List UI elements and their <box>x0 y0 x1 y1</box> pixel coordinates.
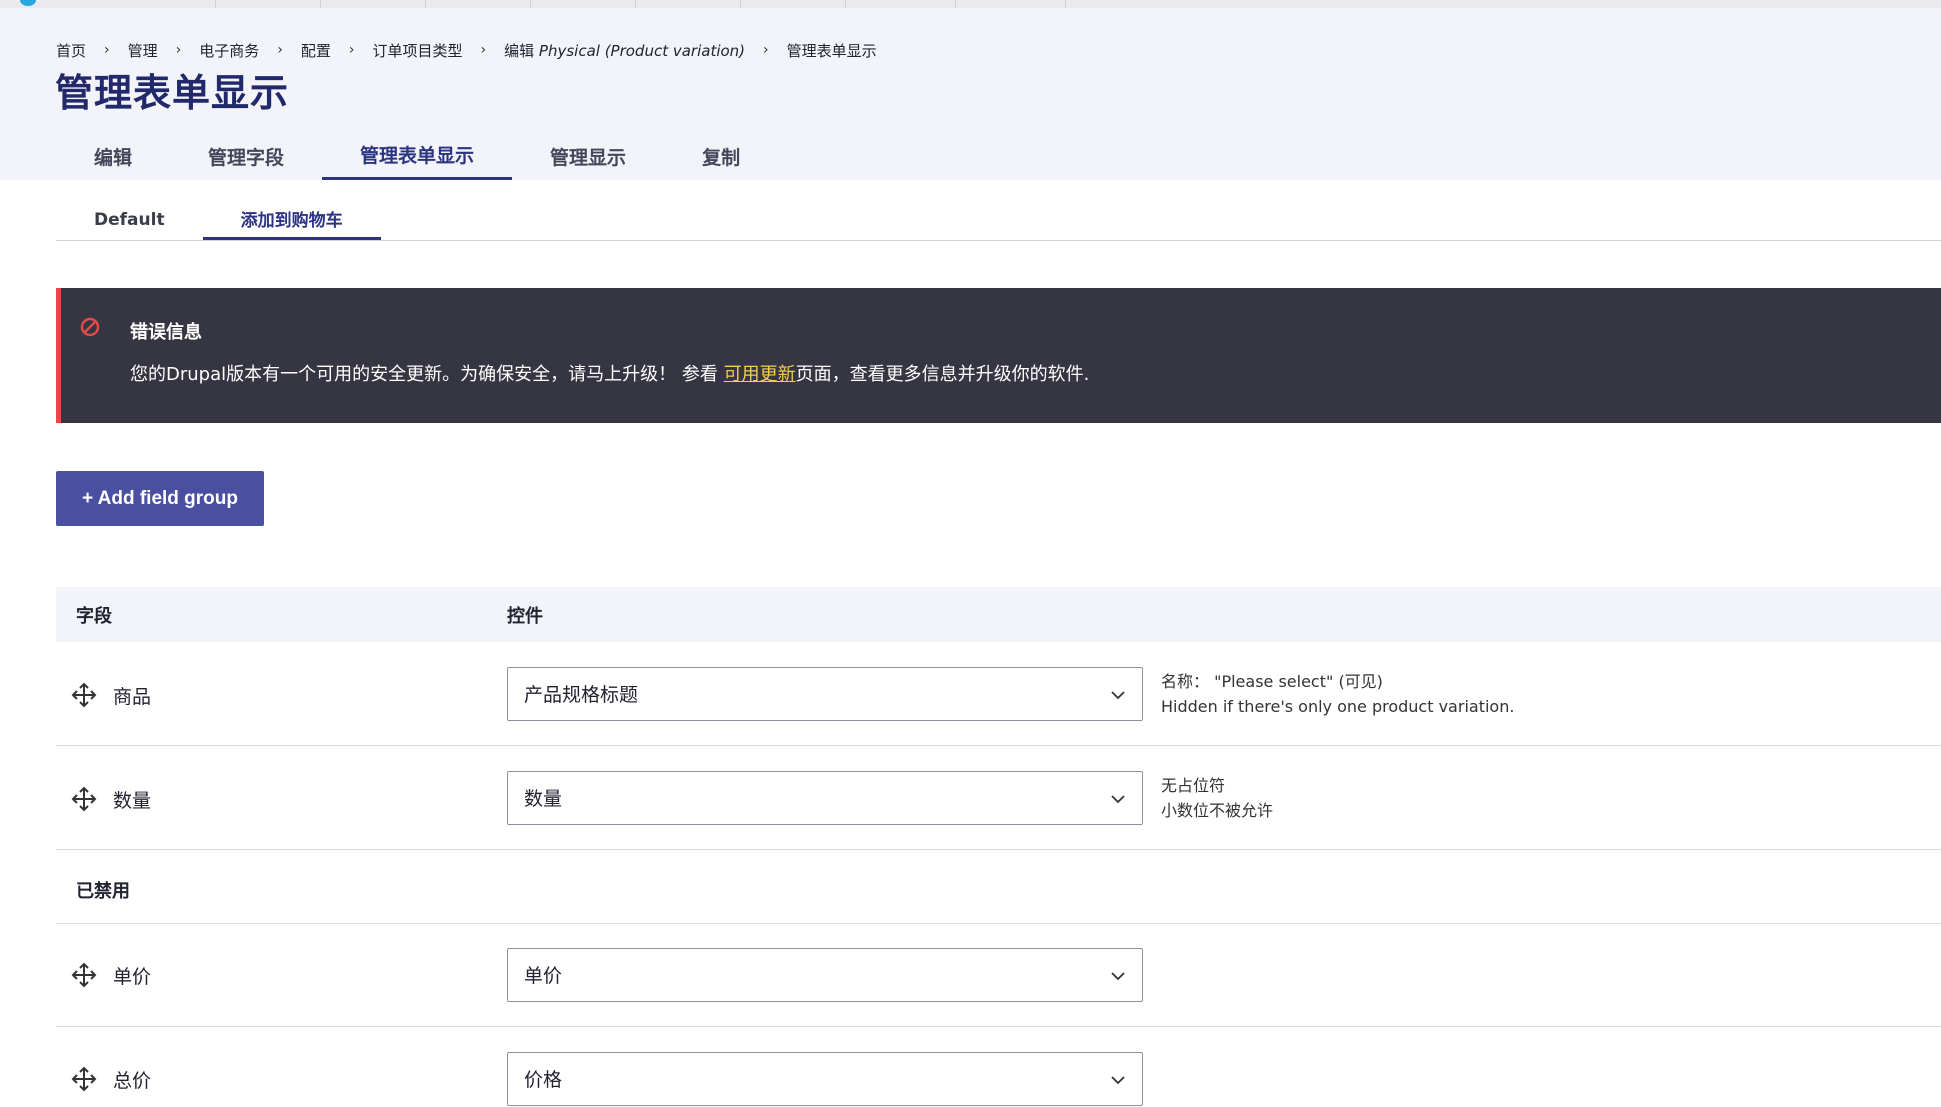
breadcrumb: 首页 › 管理 › 电子商务 › 配置 › 订单项目类型 › 编辑 Physic… <box>56 40 877 60</box>
tab-add-to-cart[interactable]: 添加到购物车 <box>202 199 381 240</box>
row-divider <box>56 1026 1941 1027</box>
error-title: 错误信息 <box>130 322 202 343</box>
drupal-logo-icon[interactable] <box>20 0 36 6</box>
drag-handle-icon[interactable] <box>71 1066 97 1092</box>
widget-select-value: 价格 <box>524 1069 563 1091</box>
page-title: 管理表单显示 <box>55 71 290 115</box>
tab-manage-fields[interactable]: 管理字段 <box>170 132 322 180</box>
add-field-group-button[interactable]: + Add field group <box>56 471 264 526</box>
breadcrumb-order-item-types[interactable]: 订单项目类型 <box>373 40 463 61</box>
widget-select-purchased-entity[interactable]: 产品规格标题 <box>507 667 1143 721</box>
chevron-right-icon: › <box>763 42 769 58</box>
breadcrumb-commerce[interactable]: 电子商务 <box>199 40 259 61</box>
error-text-before: 您的Drupal版本有一个可用的安全更新。为确保安全，请马上升级！ 参看 <box>130 364 724 385</box>
widget-select-unit-price[interactable]: 单价 <box>507 948 1143 1002</box>
breadcrumb-edit-physical[interactable]: 编辑 Physical (Product variation) <box>504 40 745 61</box>
table-header: 字段 控件 <box>56 587 1941 642</box>
toolbar-tab[interactable] <box>425 0 531 8</box>
region-title-disabled: 已禁用 <box>76 881 130 902</box>
tab-duplicate[interactable]: 复制 <box>664 132 778 180</box>
tab-default[interactable]: Default <box>56 199 203 240</box>
column-header-widget: 控件 <box>507 605 543 627</box>
field-label-total-price: 总价 <box>113 1070 152 1092</box>
chevron-right-icon: › <box>104 42 110 58</box>
primary-tabs: 编辑 管理字段 管理表单显示 管理显示 复制 <box>56 132 778 180</box>
widget-select-value: 产品规格标题 <box>524 684 639 706</box>
tab-manage-display[interactable]: 管理显示 <box>512 132 664 180</box>
widget-select-value: 单价 <box>524 965 563 987</box>
field-label-unit-price: 单价 <box>113 966 152 988</box>
chevron-right-icon: › <box>480 42 487 58</box>
widget-select-value: 数量 <box>524 788 563 810</box>
error-text: 您的Drupal版本有一个可用的安全更新。为确保安全，请马上升级！ 参看 可用更… <box>130 360 1089 386</box>
drag-handle-icon[interactable] <box>71 962 97 988</box>
toolbar-tab[interactable] <box>215 0 321 8</box>
row-divider <box>56 923 1941 924</box>
tabs-divider <box>56 240 1941 241</box>
tab-edit[interactable]: 编辑 <box>56 132 170 180</box>
row-divider <box>56 745 1941 746</box>
summary-line: 名称： "Please select" (可见) <box>1161 672 1383 691</box>
error-circle-icon <box>80 317 100 337</box>
summary-line: 小数位不被允许 <box>1161 801 1274 820</box>
error-text-after: 页面，查看更多信息并升级你的软件. <box>795 364 1090 385</box>
breadcrumb-admin[interactable]: 管理 <box>128 40 158 61</box>
field-label-purchased-entity: 商品 <box>113 686 152 708</box>
widget-summary: 无占位符 小数位不被允许 <box>1161 773 1273 823</box>
chevron-down-icon <box>1111 1076 1125 1085</box>
field-label-quantity: 数量 <box>113 790 152 812</box>
row-divider <box>56 849 1941 850</box>
drag-handle-icon[interactable] <box>71 682 97 708</box>
toolbar-tab[interactable] <box>530 0 636 8</box>
breadcrumb-home[interactable]: 首页 <box>56 40 86 61</box>
secondary-tabs: Default 添加到购物车 <box>56 199 381 240</box>
drag-handle-icon[interactable] <box>71 786 97 812</box>
tab-manage-form-display[interactable]: 管理表单显示 <box>322 132 513 180</box>
toolbar-tab[interactable] <box>845 0 956 8</box>
toolbar-tab[interactable] <box>635 0 741 8</box>
toolbar-tab[interactable] <box>320 0 426 8</box>
toolbar-tab[interactable] <box>740 0 846 8</box>
breadcrumb-current: 管理表单显示 <box>786 41 877 60</box>
summary-line: Hidden if there's only one product varia… <box>1161 697 1515 716</box>
summary-line: 无占位符 <box>1161 776 1226 795</box>
breadcrumb-edit-prefix: 编辑 <box>504 41 539 60</box>
widget-select-total-price[interactable]: 价格 <box>507 1052 1143 1106</box>
breadcrumb-config[interactable]: 配置 <box>301 40 331 61</box>
toolbar-tab[interactable] <box>110 0 216 8</box>
available-updates-link[interactable]: 可用更新 <box>724 364 796 385</box>
toolbar-tab[interactable] <box>955 0 1066 8</box>
breadcrumb-edit-entity: Physical (Product variation) <box>538 41 746 60</box>
chevron-right-icon: › <box>277 42 283 58</box>
widget-select-quantity[interactable]: 数量 <box>507 771 1143 825</box>
column-header-field: 字段 <box>76 605 112 627</box>
chevron-down-icon <box>1111 972 1125 981</box>
chevron-down-icon <box>1111 795 1125 804</box>
chevron-down-icon <box>1111 691 1125 700</box>
error-message <box>56 288 1941 423</box>
widget-summary: 名称： "Please select" (可见) Hidden if there… <box>1161 669 1514 719</box>
chevron-right-icon: › <box>175 42 182 58</box>
chevron-right-icon: › <box>348 42 355 58</box>
